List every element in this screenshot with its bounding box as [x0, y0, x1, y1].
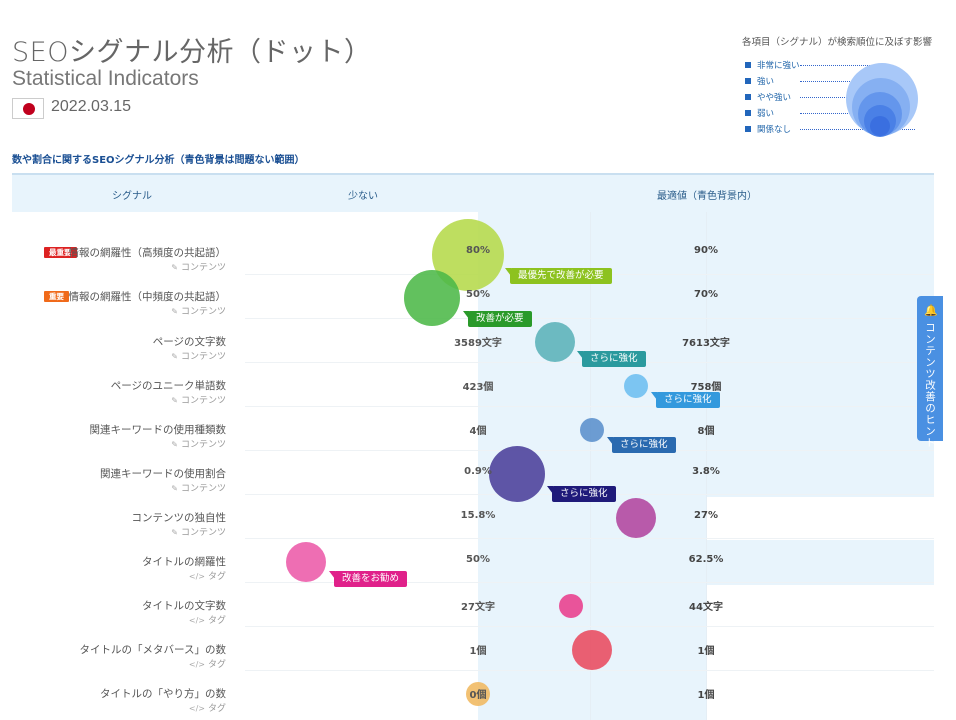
content-hint-tab[interactable]: 🔔 コンテンツ改善のヒント: [917, 296, 943, 449]
optimal-value: 27%: [694, 510, 718, 521]
signal-name: タイトルの「やり方」の数: [100, 688, 226, 700]
signal-bubble[interactable]: [535, 322, 575, 362]
japan-flag-icon: [12, 98, 44, 119]
signal-bubble[interactable]: [572, 630, 612, 670]
current-value: 27文字: [461, 602, 495, 613]
optimal-value: 1個: [697, 646, 715, 657]
legend-item: 非常に強い: [745, 59, 890, 71]
page-subtitle: Statistical Indicators: [12, 67, 199, 90]
edit-icon: ✎: [171, 352, 178, 361]
optimal-value: 44文字: [689, 602, 723, 613]
current-value: 0個: [469, 690, 487, 701]
legend-circle: [870, 116, 890, 136]
signal-category: </> タグ: [188, 572, 226, 582]
optimal-value: 62.5%: [688, 554, 724, 565]
legend-title: 各項目（シグナル）が検索順位に及ぼす影響: [742, 37, 933, 48]
advice-callout[interactable]: さらに強化: [651, 392, 720, 408]
current-value: 0.9%: [464, 466, 492, 477]
code-icon: </>: [188, 572, 205, 581]
legend-item: 関係なし: [745, 123, 915, 135]
signal-name: 関連キーワードの使用割合: [100, 468, 226, 480]
edit-icon: ✎: [171, 307, 178, 316]
signal-category: ✎ コンテンツ: [171, 352, 226, 362]
page-title: SEOシグナル分析（ドット）: [12, 37, 372, 68]
signal-name: ページのユニーク単語数: [110, 380, 226, 392]
current-value: 1個: [469, 646, 487, 657]
advice-callout[interactable]: さらに強化: [547, 486, 616, 502]
signal-name: 情報の網羅性（高頻度の共起語）: [68, 247, 227, 259]
signal-bubble[interactable]: [580, 418, 604, 442]
signal-name: タイトルの「メタバース」の数: [79, 644, 226, 656]
optimal-value: 7613文字: [682, 338, 730, 349]
current-value: 15.8%: [460, 510, 496, 521]
signal-name: 関連キーワードの使用種類数: [89, 424, 227, 436]
legend-item: やや強い: [745, 91, 905, 103]
optimal-value: 8個: [697, 426, 715, 437]
signal-category: ✎ コンテンツ: [171, 440, 226, 450]
edit-icon: ✎: [171, 484, 178, 493]
current-value: 50%: [466, 554, 490, 565]
signal-category: ✎ コンテンツ: [171, 484, 226, 494]
legend-item: 強い: [745, 75, 900, 87]
column-header-optimal: 最適値（青色背景内）: [657, 191, 757, 202]
signal-category: </> タグ: [188, 616, 226, 626]
signal-category: ✎ コンテンツ: [171, 396, 226, 406]
signal-category: ✎ コンテンツ: [171, 307, 226, 317]
signal-category: ✎ コンテンツ: [171, 263, 226, 273]
advice-callout[interactable]: 改善が必要: [463, 311, 532, 327]
advice-callout[interactable]: さらに強化: [607, 437, 676, 453]
signal-name: コンテンツの独自性: [131, 512, 227, 524]
optimal-value: 90%: [694, 245, 718, 256]
advice-callout[interactable]: 最優先で改善が必要: [505, 268, 612, 284]
signal-bubble[interactable]: [559, 594, 583, 618]
column-header-signal: シグナル: [112, 191, 152, 202]
advice-callout[interactable]: さらに強化: [577, 351, 646, 367]
edit-icon: ✎: [171, 396, 178, 405]
current-value: 4個: [469, 426, 487, 437]
signal-bubble[interactable]: [616, 498, 656, 538]
signal-category: ✎ コンテンツ: [171, 528, 226, 538]
edit-icon: ✎: [171, 440, 178, 449]
advice-callout[interactable]: 改善をお勧め: [328, 571, 408, 587]
signal-name: タイトルの網羅性: [142, 556, 226, 568]
acceptable-range: [478, 497, 706, 540]
optimal-value: 70%: [694, 289, 718, 300]
section-heading: 数や割合に関するSEOシグナル分析（青色背景は問題ない範囲）: [12, 155, 305, 166]
code-icon: </>: [188, 616, 205, 625]
edit-icon: ✎: [171, 263, 178, 272]
report-date: 2022.03.15: [51, 98, 132, 115]
signal-category: </> タグ: [188, 660, 226, 670]
priority-badge: 重要: [44, 291, 69, 302]
bell-icon: 🔔: [924, 304, 938, 317]
signal-bubble[interactable]: [404, 270, 460, 326]
signal-bubble[interactable]: [624, 374, 648, 398]
signal-name: タイトルの文字数: [142, 600, 226, 612]
current-value: 423個: [462, 382, 494, 393]
edit-icon: ✎: [171, 528, 178, 537]
current-value: 50%: [466, 289, 490, 300]
signal-name: 情報の網羅性（中頻度の共起語）: [68, 291, 227, 303]
optimal-value: 3.8%: [692, 466, 720, 477]
column-header-low: 少ない: [348, 191, 378, 202]
signal-name: ページの文字数: [152, 336, 226, 348]
hint-tab-label: コンテンツ改善のヒント: [924, 322, 936, 449]
signal-category: </> タグ: [188, 704, 226, 714]
optimal-value: 1個: [697, 690, 715, 701]
code-icon: </>: [188, 660, 205, 669]
current-value: 80%: [466, 245, 490, 256]
legend-item: 弱い: [745, 107, 910, 119]
signal-bubble[interactable]: [489, 446, 545, 502]
code-icon: </>: [188, 704, 205, 713]
signal-bubble[interactable]: [286, 542, 326, 582]
optimal-value: 758個: [690, 382, 722, 393]
current-value: 3589文字: [454, 338, 502, 349]
